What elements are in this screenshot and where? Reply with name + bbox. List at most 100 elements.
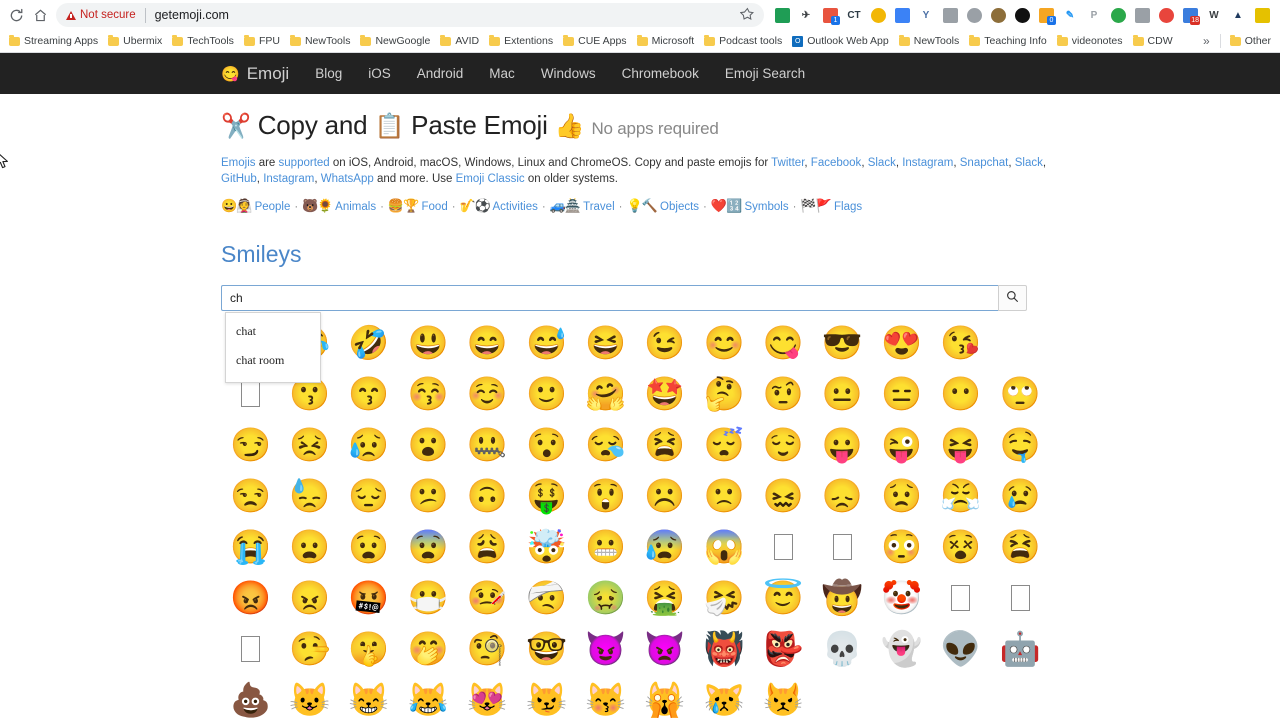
bookmark-item[interactable]: videonotes: [1052, 34, 1128, 48]
emoji-item[interactable]: 🤔: [695, 368, 754, 419]
extension-colored-1[interactable]: 1: [819, 4, 841, 26]
bookmark-item[interactable]: NewTools: [894, 34, 965, 48]
emoji-missing-glyph[interactable]: [221, 623, 280, 674]
emoji-item[interactable]: 😑: [872, 368, 931, 419]
emoji-item[interactable]: 🤑: [517, 470, 576, 521]
intro-link[interactable]: WhatsApp: [321, 173, 374, 185]
intro-link[interactable]: Twitter: [771, 157, 804, 169]
emoji-item[interactable]: 😚: [399, 368, 458, 419]
not-secure-indicator[interactable]: Not secure: [66, 9, 136, 21]
extension-palette[interactable]: [987, 4, 1009, 26]
emoji-item[interactable]: 😠: [280, 572, 339, 623]
emoji-item[interactable]: 😯: [517, 419, 576, 470]
search-input[interactable]: [221, 285, 998, 311]
emoji-item[interactable]: 😅: [517, 317, 576, 368]
intro-link[interactable]: Slack: [868, 157, 896, 169]
extension-grey-box[interactable]: [1131, 4, 1153, 26]
emoji-item[interactable]: 😨: [399, 521, 458, 572]
nav-link-ios[interactable]: iOS: [368, 66, 391, 81]
emoji-item[interactable]: 👻: [872, 623, 931, 674]
extension-rocket[interactable]: ✈: [795, 4, 817, 26]
bookmark-item[interactable]: NewGoogle: [355, 34, 435, 48]
emoji-item[interactable]: 🤒: [458, 572, 517, 623]
emoji-item[interactable]: 🙁: [695, 470, 754, 521]
category-link-food[interactable]: Food: [422, 201, 448, 213]
nav-link-blog[interactable]: Blog: [315, 66, 342, 81]
emoji-item[interactable]: 🤢: [576, 572, 635, 623]
emoji-item[interactable]: 👽: [931, 623, 990, 674]
bookmark-item[interactable]: Ubermix: [103, 34, 167, 48]
emoji-item[interactable]: 👿: [635, 623, 694, 674]
category-link-animals[interactable]: Animals: [335, 201, 376, 213]
emoji-item[interactable]: 😒: [221, 470, 280, 521]
emoji-item[interactable]: 🤮: [635, 572, 694, 623]
bookmarks-overflow-button[interactable]: »: [1197, 34, 1216, 48]
emoji-item[interactable]: 😍: [872, 317, 931, 368]
category-link-activities[interactable]: Activities: [493, 201, 538, 213]
emoji-item[interactable]: 😸: [339, 674, 398, 720]
emoji-item[interactable]: 🤣: [339, 317, 398, 368]
intro-link[interactable]: Emojis: [221, 157, 256, 169]
emoji-missing-glyph[interactable]: [754, 521, 813, 572]
emoji-missing-glyph[interactable]: [990, 572, 1049, 623]
nav-link-mac[interactable]: Mac: [489, 66, 515, 81]
emoji-item[interactable]: 😪: [576, 419, 635, 470]
emoji-item[interactable]: 😮: [399, 419, 458, 470]
emoji-item[interactable]: 🤨: [754, 368, 813, 419]
emoji-item[interactable]: 😖: [754, 470, 813, 521]
emoji-item[interactable]: 🤭: [399, 623, 458, 674]
bookmark-item[interactable]: AVID: [435, 34, 484, 48]
emoji-item[interactable]: 😋: [754, 317, 813, 368]
emoji-item[interactable]: 🤫: [339, 623, 398, 674]
emoji-item[interactable]: ☺️: [458, 368, 517, 419]
bookmark-item[interactable]: Microsoft: [632, 34, 700, 48]
extension-y-yellow[interactable]: Y: [915, 4, 937, 26]
extension-red-circle[interactable]: [1155, 4, 1177, 26]
emoji-item[interactable]: 🤠: [813, 572, 872, 623]
bookmark-item[interactable]: FPU: [239, 34, 285, 48]
extension-pen[interactable]: ✎: [1059, 4, 1081, 26]
category-link-people[interactable]: People: [255, 201, 291, 213]
extension-black-ball[interactable]: [1011, 4, 1033, 26]
category-link-flags[interactable]: Flags: [834, 201, 862, 213]
emoji-item[interactable]: 😜: [872, 419, 931, 470]
emoji-item[interactable]: 😔: [339, 470, 398, 521]
extension-pinwheel[interactable]: [867, 4, 889, 26]
extension-book[interactable]: [939, 4, 961, 26]
emoji-item[interactable]: 😽: [576, 674, 635, 720]
emoji-item[interactable]: 😆: [576, 317, 635, 368]
emoji-item[interactable]: 🤡: [872, 572, 931, 623]
emoji-item[interactable]: 😴: [695, 419, 754, 470]
emoji-missing-glyph[interactable]: [813, 521, 872, 572]
nav-link-windows[interactable]: Windows: [541, 66, 596, 81]
emoji-item[interactable]: 😳: [872, 521, 931, 572]
emoji-item[interactable]: 😌: [754, 419, 813, 470]
bookmark-star-icon[interactable]: [739, 7, 755, 24]
search-button[interactable]: [998, 285, 1027, 311]
emoji-item[interactable]: 😉: [635, 317, 694, 368]
extension-yellow-lock[interactable]: [1251, 4, 1273, 26]
emoji-item[interactable]: 😣: [280, 419, 339, 470]
emoji-item[interactable]: 😾: [754, 674, 813, 720]
emoji-item[interactable]: 😿: [695, 674, 754, 720]
emoji-item[interactable]: 🙀: [635, 674, 694, 720]
extension-w-wikipedia[interactable]: W: [1203, 4, 1225, 26]
emoji-item[interactable]: 😼: [517, 674, 576, 720]
emoji-missing-glyph[interactable]: [931, 572, 990, 623]
emoji-item[interactable]: 🙄: [990, 368, 1049, 419]
emoji-item[interactable]: 🤓: [517, 623, 576, 674]
emoji-item[interactable]: 🤗: [576, 368, 635, 419]
emoji-item[interactable]: 😤: [931, 470, 990, 521]
emoji-item[interactable]: 🙃: [458, 470, 517, 521]
emoji-item[interactable]: 😘: [931, 317, 990, 368]
emoji-item[interactable]: 🤕: [517, 572, 576, 623]
emoji-item[interactable]: 🤖: [990, 623, 1049, 674]
address-bar[interactable]: Not secure getemoji.com: [56, 3, 764, 27]
intro-link[interactable]: Snapchat: [960, 157, 1009, 169]
emoji-item[interactable]: 😻: [458, 674, 517, 720]
reload-icon[interactable]: [4, 3, 28, 27]
nav-link-android[interactable]: Android: [417, 66, 464, 81]
emoji-item[interactable]: 😫: [635, 419, 694, 470]
emoji-item[interactable]: 😛: [813, 419, 872, 470]
extension-dark-hat[interactable]: ▲: [1227, 4, 1249, 26]
